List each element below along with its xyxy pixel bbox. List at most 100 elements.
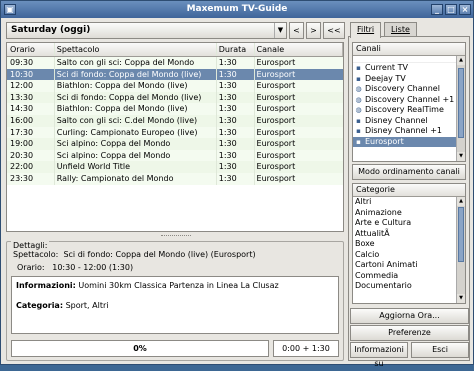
channel-name: Disney Channel +1 (365, 126, 442, 135)
jump-button[interactable]: << (323, 22, 345, 39)
cell-channel: Eurosport (256, 150, 296, 160)
category-item[interactable]: Arte e Cultura (353, 218, 465, 229)
table-row[interactable]: 09:30 Salto con gli sci: Coppa del Mondo 1… (7, 57, 343, 69)
channel-item[interactable]: ▪ Disney Channel (353, 116, 465, 127)
cell-channel: Eurosport (256, 139, 296, 149)
about-button[interactable]: Informazioni su (350, 342, 408, 368)
channel-list-clipped-row (353, 56, 465, 63)
category-list-header[interactable]: Categorie (353, 184, 465, 197)
maximize-icon[interactable]: □ (445, 4, 457, 15)
cell-show: Rally: Campionato del Mondo (55, 172, 217, 185)
next-day-button[interactable]: > (306, 22, 321, 39)
preferences-label: Preferenze (388, 328, 431, 337)
cell-show: Sci di fondo: Coppa del Mondo (live) (55, 91, 217, 104)
day-selector[interactable]: Saturday (oggi) ▼ (6, 22, 287, 39)
tv-icon: ▪ (356, 74, 361, 83)
cell-show: Salto con gli sci: Coppa del Mondo (55, 57, 217, 69)
table-row[interactable]: 19:00 Sci alpino: Coppa del Mondo 1:30 Euro… (7, 138, 343, 150)
channel-sort-mode-button[interactable]: Modo ordinamento canali (352, 164, 466, 180)
channel-item[interactable]: ◍ Discovery RealTime (353, 105, 465, 116)
category-item[interactable]: Animazione (353, 208, 465, 219)
column-header-show[interactable]: Spettacolo (55, 43, 217, 56)
pane-splitter[interactable] (161, 235, 191, 237)
cell-show: Unfield World Title (55, 161, 217, 173)
globe-icon: ◍ (355, 106, 362, 115)
channel-scrollbar[interactable]: ▲ ▼ (456, 56, 465, 161)
details-time-label: Orario: (17, 263, 45, 272)
table-row[interactable]: 14:30 Biathlon: Coppa del Mondo (live) 1:3… (7, 103, 343, 115)
cell-channel: Eurosport (256, 92, 296, 102)
table-row[interactable]: 22:00 Unfield World Title 1:30 Eurosport (7, 161, 343, 173)
cell-time: 19:00 (7, 138, 55, 150)
info-box: Informazioni: Uomini 30km Classica Parte… (11, 276, 339, 334)
scroll-down-icon[interactable]: ▼ (457, 152, 465, 161)
table-row[interactable]: 12:00 Biathlon: Coppa del Mondo (live) 1:3… (7, 80, 343, 92)
category-item[interactable]: Documentario (353, 281, 465, 292)
scroll-thumb[interactable] (458, 68, 464, 138)
column-header-channel[interactable]: Canale (255, 43, 343, 56)
close-icon[interactable]: × (459, 4, 471, 15)
exit-label: Esci (432, 345, 448, 354)
table-row[interactable]: 16:00 Salto con gli sci: C.del Mondo (liv… (7, 114, 343, 127)
scroll-up-icon[interactable]: ▲ (457, 56, 465, 65)
channel-item[interactable]: ▪ Current TV (353, 63, 465, 74)
window-menu-icon[interactable]: ▣ (4, 4, 16, 15)
table-row[interactable]: 10:30 Sci di fondo: Coppa del Mondo (live… (7, 68, 343, 81)
update-now-label: Aggiorna Ora... (379, 311, 440, 320)
channel-item[interactable]: ◍ Discovery Channel (353, 84, 465, 95)
table-row[interactable]: 23:30 Rally: Campionato del Mondo 1:30 Euro… (7, 172, 343, 185)
cell-duration: 1:30 (217, 149, 255, 162)
cell-duration: 1:30 (217, 57, 255, 69)
category-scrollbar[interactable]: ▲ ▼ (456, 197, 465, 303)
category-item[interactable]: AttualitÃ (353, 229, 465, 240)
table-row[interactable]: 20:30 Sci alpino: Coppa del Mondo 1:30 Euro… (7, 149, 343, 162)
channel-item[interactable]: ▪ Disney Channel +1 (353, 126, 465, 137)
cell-time: 09:30 (7, 57, 55, 69)
cell-channel: Eurosport (256, 58, 296, 67)
cell-duration: 1:30 (217, 126, 255, 139)
prev-day-button[interactable]: < (289, 22, 304, 39)
channel-item[interactable]: ◍ Discovery Channel +1 (353, 95, 465, 106)
cell-channel: Eurosport (256, 127, 296, 137)
cell-duration: 1:30 (217, 103, 255, 115)
category-item[interactable]: Altri (353, 197, 465, 208)
exit-button[interactable]: Esci (411, 342, 469, 358)
cell-duration: 1:30 (217, 172, 255, 185)
scroll-down-icon[interactable]: ▼ (457, 294, 465, 303)
channel-item[interactable]: ▪ Eurosport (353, 136, 465, 147)
minimize-icon[interactable]: _ (431, 4, 443, 15)
category-item[interactable]: Calcio (353, 250, 465, 261)
channel-list-header[interactable]: Canali (353, 43, 465, 56)
info-label: Informazioni: (16, 281, 76, 290)
preferences-button[interactable]: Preferenze (350, 325, 469, 341)
cell-time: 20:30 (7, 149, 55, 162)
channel-item[interactable]: ▪ Deejay TV (353, 74, 465, 85)
tab-filtri[interactable]: Filtri (350, 22, 382, 38)
window-title: Maxemum TV-Guide (186, 4, 288, 14)
chevron-down-icon[interactable]: ▼ (274, 23, 286, 38)
tv-icon: ▪ (356, 116, 361, 125)
cell-duration: 1:30 (217, 91, 255, 104)
scroll-up-icon[interactable]: ▲ (457, 197, 465, 206)
tab-liste[interactable]: Liste (384, 22, 417, 37)
title-bar[interactable]: Maxemum TV-Guide ▣ _ □ × (1, 1, 473, 18)
main-window: Maxemum TV-Guide ▣ _ □ × Saturday (oggi)… (0, 0, 474, 368)
column-header-duration[interactable]: Durata (217, 43, 255, 56)
cell-time: 22:00 (7, 161, 55, 173)
cell-duration: 1:30 (217, 138, 255, 150)
table-row[interactable]: 17:30 Curling: Campionato Europeo (live) 1… (7, 126, 343, 139)
globe-icon: ◍ (355, 95, 362, 104)
category-item[interactable]: Cartoni Animati (353, 260, 465, 271)
table-row[interactable]: 13:30 Sci di fondo: Coppa del Mondo (live… (7, 91, 343, 104)
category-value: Sport, Altri (65, 301, 109, 310)
category-item[interactable]: Commedia (353, 271, 465, 282)
cell-show: Salto con gli sci: C.del Mondo (live) (55, 114, 217, 127)
tv-icon: ▪ (356, 127, 361, 136)
cell-channel: Eurosport (256, 69, 296, 79)
category-item[interactable]: Boxe (353, 239, 465, 250)
details-panel: Dettagli: Spettacolo: Sci di fondo: Copp… (6, 241, 344, 361)
column-header-time[interactable]: Orario (7, 43, 55, 56)
cell-show: Sci alpino: Coppa del Mondo (55, 138, 217, 150)
scroll-thumb[interactable] (458, 207, 464, 262)
update-now-button[interactable]: Aggiorna Ora... (350, 308, 469, 324)
